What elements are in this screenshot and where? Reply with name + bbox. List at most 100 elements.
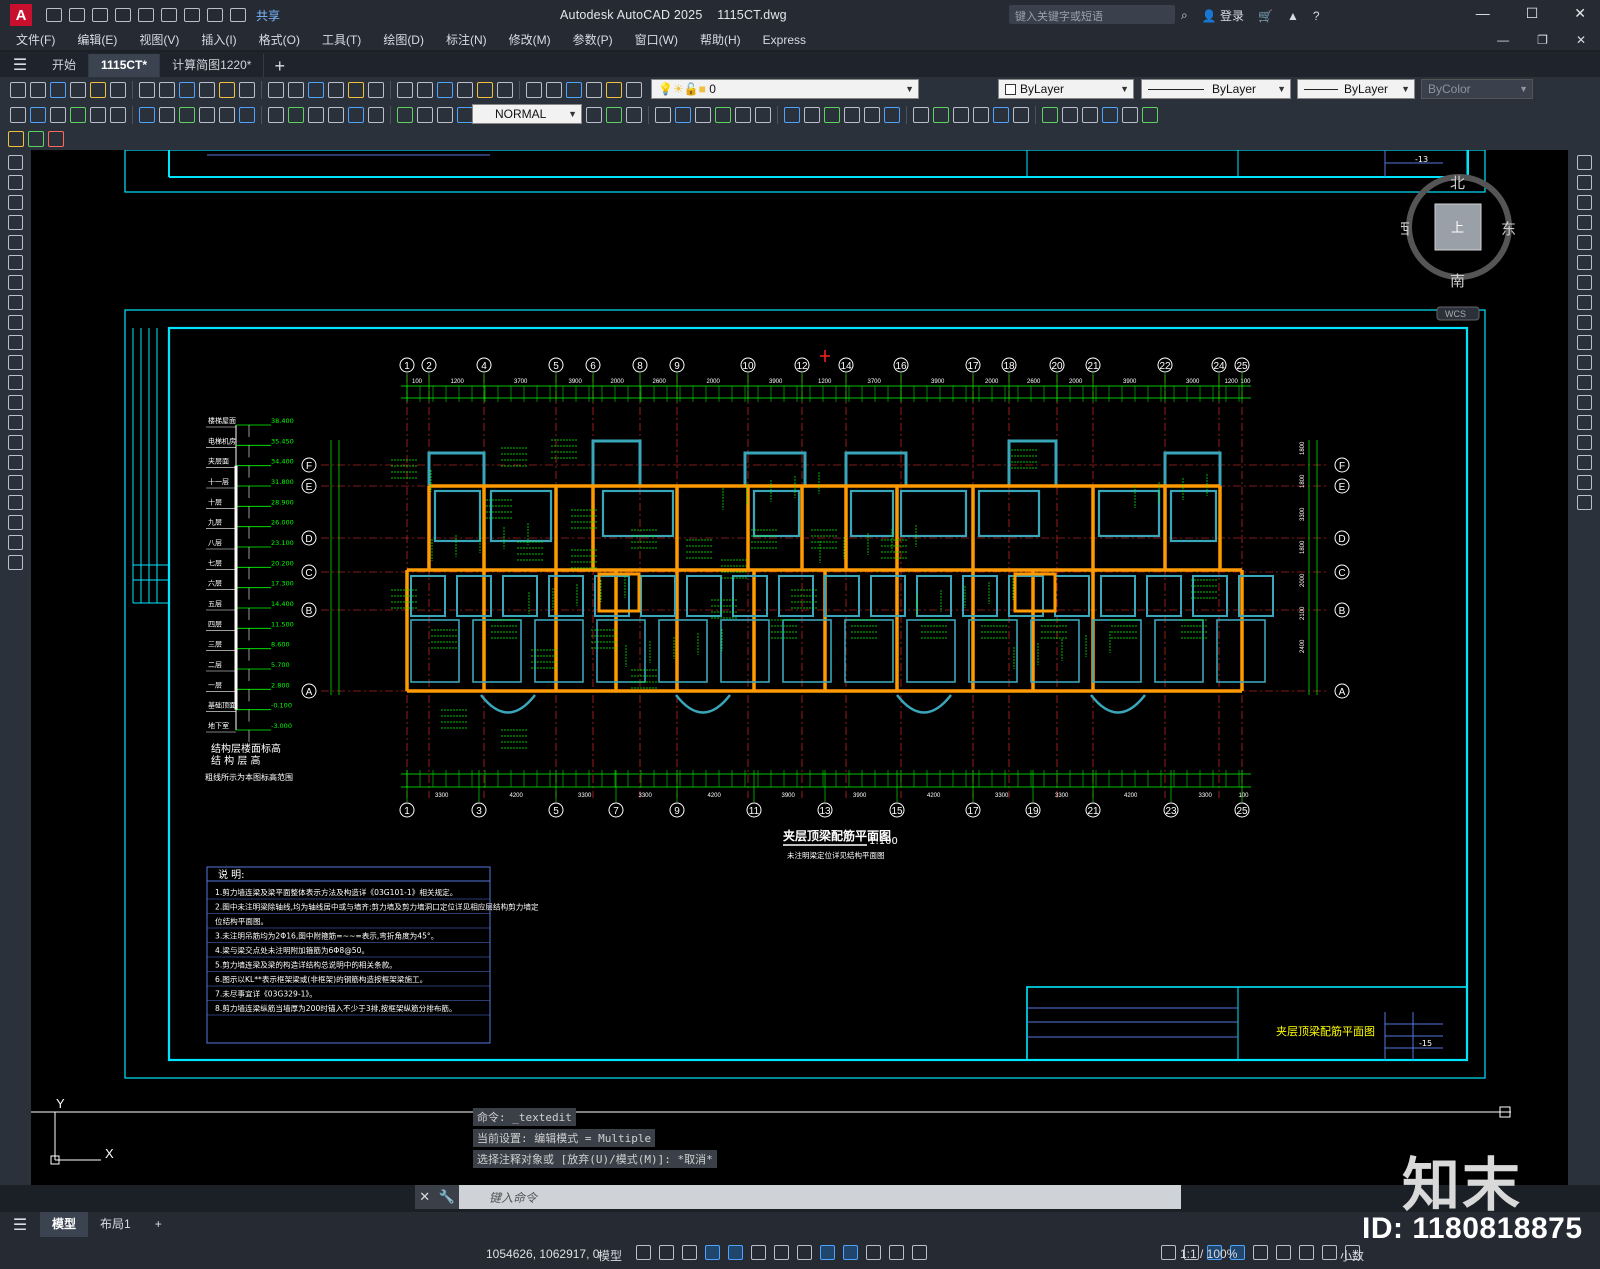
tool-row2-28-icon[interactable] bbox=[606, 106, 622, 123]
sheet-set-icon[interactable] bbox=[437, 81, 453, 98]
center-mark-icon[interactable] bbox=[308, 106, 324, 123]
publish-icon[interactable] bbox=[110, 81, 126, 98]
markup-icon[interactable] bbox=[457, 81, 473, 98]
draw-tool-4-icon[interactable] bbox=[8, 235, 23, 250]
status-toggle-11-icon[interactable] bbox=[889, 1245, 904, 1260]
draw-tool-19-icon[interactable] bbox=[8, 535, 23, 550]
menu-item-7[interactable]: 标注(N) bbox=[435, 30, 498, 50]
web-save-icon[interactable] bbox=[161, 8, 177, 22]
modify-tool-7-icon[interactable] bbox=[1576, 295, 1592, 310]
tool-row2-30-icon[interactable] bbox=[655, 106, 671, 123]
search-input[interactable]: 键入关键字或短语 bbox=[1009, 5, 1175, 24]
status-toggle-20-icon[interactable] bbox=[1322, 1245, 1337, 1260]
status-toggle-2-icon[interactable] bbox=[682, 1245, 697, 1260]
menu-icon[interactable]: ☰ bbox=[0, 52, 40, 77]
properties-icon[interactable] bbox=[368, 81, 384, 98]
preview-icon[interactable] bbox=[90, 81, 106, 98]
draw-tool-20-icon[interactable] bbox=[8, 555, 23, 570]
open-icon[interactable] bbox=[69, 8, 85, 22]
cart-icon[interactable]: 🛒 bbox=[1258, 9, 1273, 23]
draw-tool-12-icon[interactable] bbox=[8, 395, 23, 410]
tool-row2-27-icon[interactable] bbox=[586, 106, 602, 123]
annotation-scale[interactable]: 1:1 / 100% bbox=[1180, 1247, 1237, 1261]
units-readout[interactable]: 小数 bbox=[1340, 1247, 1364, 1264]
tab-model[interactable]: 模型 bbox=[40, 1212, 89, 1237]
redo-icon[interactable] bbox=[268, 81, 284, 98]
layer-dropdown[interactable]: 💡☀🔓■ 0 ▼ bbox=[651, 79, 919, 99]
menu-item-9[interactable]: 参数(P) bbox=[562, 30, 624, 50]
drawing-svg[interactable]: 夹层顶梁配筋平面图 -15 -13 说 明: 1.剪力墙连梁及梁平面整体表示方法… bbox=[31, 150, 1568, 1185]
tool-row2-39-icon[interactable] bbox=[844, 106, 860, 123]
modify-tool-4-icon[interactable] bbox=[1576, 235, 1592, 250]
layout-menu-icon[interactable]: ☰ bbox=[0, 1212, 40, 1237]
layer-off-icon[interactable] bbox=[606, 81, 622, 98]
coordinates-readout[interactable]: 1054626, 1062917, 0 bbox=[486, 1247, 599, 1261]
tool-row2-37-icon[interactable] bbox=[804, 106, 820, 123]
plotstyle-dropdown[interactable]: ByColor ▼ bbox=[1421, 79, 1533, 99]
plot-icon[interactable] bbox=[184, 8, 200, 22]
doc-restore-button[interactable]: ❐ bbox=[1537, 33, 1548, 47]
continue-icon[interactable] bbox=[219, 106, 235, 123]
search-icon[interactable]: ⌕ bbox=[1181, 8, 1188, 23]
menu-item-11[interactable]: 帮助(H) bbox=[689, 30, 752, 50]
design-center-icon[interactable] bbox=[397, 81, 413, 98]
status-toggle-13-icon[interactable] bbox=[1161, 1245, 1176, 1260]
layer-prev-icon[interactable] bbox=[566, 81, 582, 98]
dim-update-icon[interactable] bbox=[417, 106, 433, 123]
undo-icon[interactable] bbox=[239, 81, 255, 98]
close-block-icon[interactable] bbox=[48, 130, 64, 147]
break-icon[interactable] bbox=[268, 106, 284, 123]
status-toggle-12-icon[interactable] bbox=[912, 1245, 927, 1260]
wrench-icon[interactable]: 🔧 bbox=[439, 1189, 455, 1205]
draw-tool-17-icon[interactable] bbox=[8, 495, 23, 510]
layer-state-icon[interactable] bbox=[546, 81, 562, 98]
cut-icon[interactable] bbox=[139, 81, 155, 98]
status-toggle-18-icon[interactable] bbox=[1276, 1245, 1291, 1260]
viewcube[interactable]: 上 北 南 东 西 WCS bbox=[1395, 172, 1529, 321]
model-space-toggle[interactable]: 模型 bbox=[598, 1247, 622, 1264]
close-button[interactable]: ✕ bbox=[1574, 5, 1586, 22]
menu-item-1[interactable]: 编辑(E) bbox=[66, 30, 128, 50]
draw-tool-8-icon[interactable] bbox=[8, 315, 23, 330]
zoom-previous-icon[interactable] bbox=[348, 81, 364, 98]
modify-tool-8-icon[interactable] bbox=[1576, 315, 1592, 330]
draw-tool-16-icon[interactable] bbox=[8, 475, 23, 490]
tool-row2-52-icon[interactable] bbox=[1122, 106, 1138, 123]
lineweight-dropdown[interactable]: ByLayer ▼ bbox=[1297, 79, 1415, 99]
tool-row2-20-icon[interactable] bbox=[437, 106, 453, 123]
dim-text-edit-icon[interactable] bbox=[397, 106, 413, 123]
modify-tool-14-icon[interactable] bbox=[1576, 435, 1592, 450]
autodesk-icon[interactable]: ▲ bbox=[1287, 9, 1299, 23]
draw-tool-13-icon[interactable] bbox=[8, 415, 23, 430]
add-layout-button[interactable]: + bbox=[143, 1212, 174, 1237]
diameter-icon[interactable] bbox=[139, 106, 155, 123]
tool-row2-51-icon[interactable] bbox=[1102, 106, 1118, 123]
tool-row2-53-icon[interactable] bbox=[1142, 106, 1158, 123]
jogged-icon[interactable] bbox=[110, 106, 126, 123]
tool-row2-49-icon[interactable] bbox=[1062, 106, 1078, 123]
maximize-button[interactable]: ☐ bbox=[1526, 5, 1539, 22]
share-button[interactable]: 共享 bbox=[256, 7, 280, 24]
modify-tool-0-icon[interactable] bbox=[1576, 155, 1592, 170]
modify-tool-1-icon[interactable] bbox=[1576, 175, 1592, 190]
open-icon[interactable] bbox=[30, 81, 46, 98]
tool-row2-46-icon[interactable] bbox=[993, 106, 1009, 123]
status-toggle-9-icon[interactable] bbox=[843, 1245, 858, 1260]
command-line[interactable]: ✕ 🔧 键入命令 bbox=[415, 1185, 1181, 1209]
draw-tool-3-icon[interactable] bbox=[8, 215, 23, 230]
draw-tool-15-icon[interactable] bbox=[8, 455, 23, 470]
status-toggle-19-icon[interactable] bbox=[1299, 1245, 1314, 1260]
plot-icon[interactable] bbox=[70, 81, 86, 98]
pan-icon[interactable] bbox=[288, 81, 304, 98]
status-toggle-10-icon[interactable] bbox=[866, 1245, 881, 1260]
help-icon[interactable] bbox=[497, 81, 513, 98]
menu-item-2[interactable]: 视图(V) bbox=[128, 30, 190, 50]
tool-palettes-icon[interactable] bbox=[417, 81, 433, 98]
close-icon[interactable]: ✕ bbox=[419, 1189, 430, 1205]
tool-row2-31-icon[interactable] bbox=[675, 106, 691, 123]
tool-row2-50-icon[interactable] bbox=[1082, 106, 1098, 123]
layer-iso-icon[interactable] bbox=[586, 81, 602, 98]
modify-tool-10-icon[interactable] bbox=[1576, 355, 1592, 370]
match-props-icon[interactable] bbox=[199, 81, 215, 98]
menu-item-0[interactable]: 文件(F) bbox=[0, 30, 66, 50]
